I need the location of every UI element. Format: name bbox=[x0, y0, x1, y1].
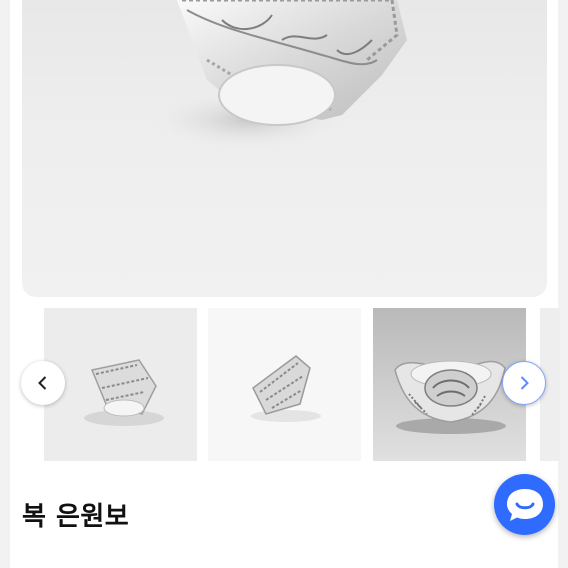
carousel-prev-button[interactable] bbox=[21, 361, 65, 405]
chat-button[interactable] bbox=[494, 474, 555, 535]
chevron-left-icon bbox=[38, 376, 47, 390]
silver-ingot-image bbox=[152, 0, 407, 150]
thumbnail-2-image bbox=[251, 355, 321, 422]
main-product-image[interactable] bbox=[22, 0, 547, 297]
product-title: 복 은원보 bbox=[22, 502, 130, 532]
carousel-next-button[interactable] bbox=[502, 361, 546, 405]
thumbnail-2[interactable] bbox=[208, 308, 361, 461]
chevron-right-icon bbox=[520, 376, 529, 390]
thumbnail-1[interactable] bbox=[44, 308, 197, 461]
thumbnail-1-image bbox=[84, 359, 164, 426]
chat-bubble-icon bbox=[506, 488, 543, 521]
thumbnail-strip bbox=[0, 308, 568, 464]
